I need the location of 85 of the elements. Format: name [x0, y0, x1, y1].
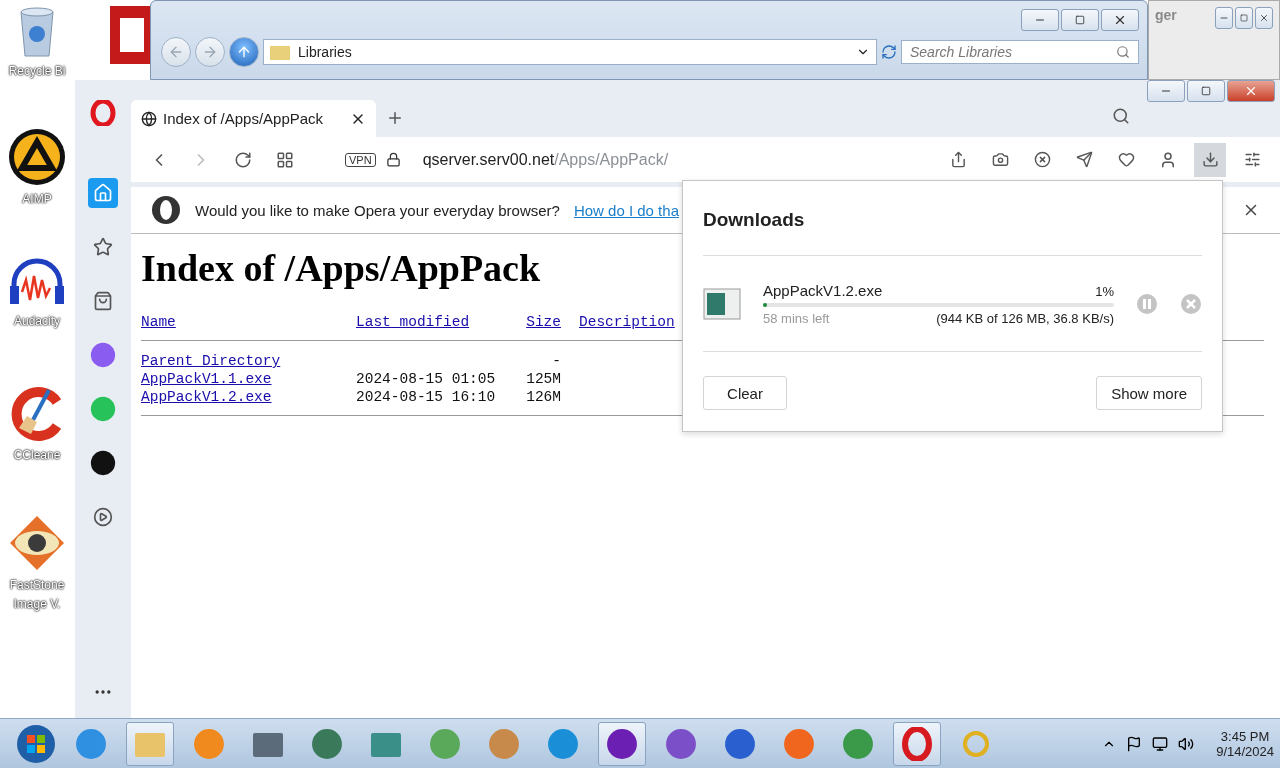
minimize-button[interactable] — [1215, 7, 1233, 29]
close-button[interactable] — [1227, 80, 1275, 102]
up-arrow-icon — [236, 44, 252, 60]
size-cell-text: 125M — [525, 371, 561, 387]
search-icon — [1116, 45, 1130, 59]
clock[interactable]: 3:45 PM 9/14/2024 — [1216, 729, 1274, 759]
taskbar-app-button[interactable] — [893, 722, 941, 766]
file-link[interactable]: AppPackV1.1.exe — [141, 371, 272, 387]
o-logo-icon — [902, 727, 932, 761]
maximize-button[interactable] — [1235, 7, 1253, 29]
infobar-message: Would you like to make Opera your everyday browser? — [195, 201, 560, 219]
browser-tab[interactable]: Index of /Apps/AppPack — [131, 100, 376, 137]
maximize-button[interactable] — [1061, 9, 1099, 31]
minimize-button[interactable] — [1147, 80, 1185, 102]
triangle-logo-icon — [8, 128, 66, 186]
download-button[interactable] — [1194, 142, 1226, 177]
share-icon — [949, 151, 967, 168]
file-icon — [703, 287, 741, 320]
size-cell-text: - — [551, 353, 561, 369]
star-icon — [93, 237, 113, 257]
shopping-bag-icon — [93, 291, 113, 311]
circle-x-icon — [1033, 151, 1051, 168]
search-field[interactable]: Search Libraries — [901, 40, 1139, 64]
desktop-icon-label: FastStone Image V. — [8, 577, 66, 614]
search-icon[interactable] — [1112, 107, 1130, 125]
date-cell-text: 2024-08-15 01:05 — [356, 371, 497, 387]
desktop-icon-label: Recycle Bi — [7, 63, 67, 81]
desktop-icon-label: Audacity — [12, 313, 62, 331]
date-cell-text: 2024-08-15 16:10 — [356, 389, 497, 405]
ring-icon — [961, 729, 991, 759]
eye-icon — [8, 514, 66, 572]
maximize-icon — [1240, 14, 1248, 22]
send-icon — [1075, 151, 1093, 168]
window-title: ger — [1155, 7, 1177, 23]
start-button[interactable] — [16, 724, 56, 764]
reload-icon — [234, 150, 252, 169]
close-button[interactable] — [1255, 7, 1273, 29]
o-logo-icon — [151, 195, 181, 225]
page-heading: Index of /Apps/AppPack — [141, 246, 542, 290]
tab-title: Index of /Apps/AppPack — [163, 110, 325, 127]
new-tab-icon[interactable] — [386, 109, 404, 127]
home-icon — [93, 183, 113, 203]
transfer-details: (944 KB of 126 MB, 36.8 KB/s) — [936, 310, 1114, 326]
column-header-link[interactable]: Size — [506, 314, 561, 330]
vpn-badge[interactable]: VPN — [345, 152, 376, 167]
address-text: Libraries — [298, 44, 352, 60]
speaker-icon[interactable] — [1178, 736, 1195, 752]
time-left-text: 58 mins left — [763, 310, 830, 326]
show-more-button[interactable]: Show more — [1096, 376, 1202, 410]
download-icon — [1201, 151, 1219, 168]
network-icon[interactable] — [1152, 736, 1169, 752]
maximize-icon — [1075, 15, 1085, 25]
flag-icon[interactable] — [1126, 736, 1143, 752]
maximize-button[interactable] — [1187, 80, 1225, 102]
o-logo-icon — [90, 100, 116, 126]
desktop-icon-label: CCleane — [12, 447, 62, 464]
settings-icon — [1243, 151, 1261, 168]
infobar-link[interactable]: How do I do tha — [573, 201, 679, 219]
file-name: AppPackV1.2.exe — [763, 281, 883, 299]
close-icon — [1113, 13, 1127, 27]
close-button[interactable] — [1101, 9, 1139, 31]
size-cell-text: 126M — [525, 389, 561, 405]
clear-button[interactable]: Clear — [703, 376, 787, 410]
popup-title: Downloads — [703, 209, 806, 231]
user-icon — [1159, 150, 1177, 169]
file-link[interactable]: AppPackV1.2.exe — [141, 389, 272, 405]
address-bar[interactable]: Libraries — [263, 39, 877, 65]
close-icon — [1244, 84, 1258, 98]
maximize-icon — [1201, 86, 1211, 96]
percent-text: 1% — [1095, 283, 1114, 299]
minimize-button[interactable] — [1021, 9, 1059, 31]
lock-icon — [385, 152, 401, 167]
desktop-icon-label: AIMP — [20, 191, 53, 208]
column-header-link[interactable]: Name — [141, 314, 356, 330]
file-link[interactable]: Parent Directory — [141, 353, 281, 369]
camera-icon — [991, 151, 1009, 168]
heart-icon — [1117, 151, 1135, 168]
taskbar-app-button[interactable] — [598, 722, 646, 766]
close-icon — [1259, 13, 1269, 23]
refresh-icon[interactable] — [881, 44, 897, 60]
up-button[interactable] — [229, 37, 259, 67]
app-icon — [110, 6, 150, 64]
url-text[interactable]: qserver.serv00.net/Apps/AppPack/ — [422, 150, 932, 169]
grid-icon — [276, 150, 294, 169]
column-header-link[interactable]: Last modified — [356, 314, 506, 330]
